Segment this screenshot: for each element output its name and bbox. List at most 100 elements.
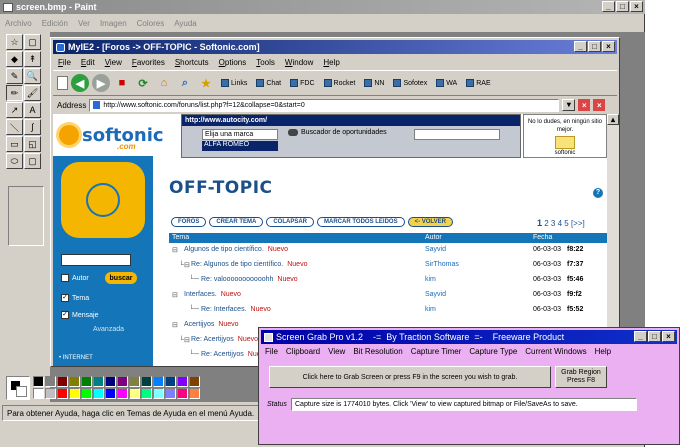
help-icon[interactable]: ?: [593, 188, 603, 198]
grab-screen-button[interactable]: Click here to Grab Screen or press F9 in…: [269, 366, 551, 388]
pencil-icon[interactable]: ✏: [6, 85, 23, 101]
line-icon[interactable]: ＼: [6, 119, 23, 135]
link-rae[interactable]: RAE: [463, 79, 493, 87]
current-colors[interactable]: [6, 376, 30, 400]
rectangle-icon[interactable]: ▭: [6, 136, 23, 152]
palette-swatch[interactable]: [129, 388, 140, 399]
brand-select[interactable]: Elija una marca: [202, 129, 278, 140]
palette-swatch[interactable]: [165, 376, 176, 387]
link-wa[interactable]: WA: [433, 79, 460, 87]
menu-capture-timer[interactable]: Capture Timer: [407, 347, 466, 356]
palette-swatch[interactable]: [45, 376, 56, 387]
link-rocket[interactable]: Rocket: [321, 79, 359, 87]
thread-title[interactable]: Re: Algunos de tipo científico. Nuevo: [191, 261, 307, 268]
palette-swatch[interactable]: [189, 388, 200, 399]
menu-archivo[interactable]: Archivo: [0, 19, 37, 28]
free-select-icon[interactable]: ☆: [6, 34, 23, 50]
menu-ayuda[interactable]: Ayuda: [169, 19, 202, 28]
table-row[interactable]: ⊟ Algunos de tipo científico. Nuevo Sayvid 0…: [169, 245, 607, 256]
table-row[interactable]: ⊟ Interfaces. Nuevo Sayvid 06-03-03 f9:f2: [169, 290, 607, 301]
thread-title[interactable]: Acertijyos Nuevo: [184, 321, 239, 328]
ellipse-icon[interactable]: ⬭: [6, 153, 23, 169]
paint-titlebar[interactable]: screen.bmp - Paint _ □ ×: [0, 0, 645, 14]
curve-icon[interactable]: ∫: [24, 119, 41, 135]
favorites-icon[interactable]: ★: [197, 74, 215, 92]
stop-icon[interactable]: ■: [113, 74, 131, 92]
close-button[interactable]: ×: [630, 1, 643, 12]
menu-edit[interactable]: Edit: [76, 58, 100, 67]
eraser-icon[interactable]: ◆: [6, 51, 23, 67]
menu-bit-resolution[interactable]: Bit Resolution: [349, 347, 406, 356]
close-button[interactable]: ×: [602, 41, 615, 52]
magnifier-icon[interactable]: 🔍: [24, 68, 41, 84]
buscar-button[interactable]: buscar: [105, 272, 137, 284]
palette-swatch[interactable]: [141, 388, 152, 399]
scroll-up-icon[interactable]: ▴: [607, 114, 619, 125]
forward-icon[interactable]: ▶: [92, 74, 110, 92]
maximize-button[interactable]: □: [588, 41, 601, 52]
close-tab-icon[interactable]: ×: [593, 99, 606, 111]
promo-banner[interactable]: No lo dudes, en ningún sitio mejor. soft…: [523, 114, 607, 158]
minimize-button[interactable]: _: [602, 1, 615, 12]
thread-title[interactable]: Interfaces. Nuevo: [184, 291, 241, 298]
menu-capture-type[interactable]: Capture Type: [465, 347, 521, 356]
polygon-icon[interactable]: ◱: [24, 136, 41, 152]
menu-file[interactable]: File: [53, 58, 76, 67]
fill-icon[interactable]: ↟: [24, 51, 41, 67]
mensaje-checkbox[interactable]: ✓: [61, 311, 69, 319]
menu-clipboard[interactable]: Clipboard: [282, 347, 324, 356]
autor-option[interactable]: Autor: [61, 274, 89, 282]
link-fdc[interactable]: FDC: [287, 79, 317, 87]
menu-favorites[interactable]: Favorites: [127, 58, 170, 67]
palette-swatch[interactable]: [69, 376, 80, 387]
menu-shortcuts[interactable]: Shortcuts: [170, 58, 214, 67]
minimize-button[interactable]: _: [634, 331, 647, 342]
link-links[interactable]: Links: [218, 79, 250, 87]
palette-swatch[interactable]: [117, 388, 128, 399]
palette-swatch[interactable]: [33, 388, 44, 399]
palette-swatch[interactable]: [105, 388, 116, 399]
rect-select-icon[interactable]: ▢: [24, 34, 41, 50]
mensaje-option[interactable]: ✓ Mensaje: [61, 311, 98, 319]
forum-search-input[interactable]: [61, 254, 131, 266]
tema-checkbox[interactable]: ✓: [61, 294, 69, 302]
menu-tools[interactable]: Tools: [251, 58, 280, 67]
palette-swatch[interactable]: [177, 388, 188, 399]
screengrab-titlebar[interactable]: Screen Grab Pro v1.2 -= By Traction Soft…: [261, 330, 677, 344]
table-row[interactable]: └⊟ Re: Algunos de tipo científico. Nuevo Si…: [169, 260, 607, 271]
airbrush-icon[interactable]: ↗: [6, 102, 23, 118]
myie2-titlebar[interactable]: MyIE2 - [Foros -> OFF-TOPIC - Softonic.c…: [53, 40, 617, 54]
palette-swatch[interactable]: [57, 388, 68, 399]
maximize-button[interactable]: □: [648, 331, 661, 342]
palette-swatch[interactable]: [45, 388, 56, 399]
home-icon[interactable]: ⌂: [155, 74, 173, 92]
foros-button[interactable]: FOROS: [171, 217, 207, 227]
thread-title[interactable]: Re: valooooooooooohh Nuevo: [201, 276, 298, 283]
palette-swatch[interactable]: [105, 376, 116, 387]
brand-option[interactable]: ALFA ROMEO: [202, 141, 278, 151]
menu-file[interactable]: File: [261, 347, 282, 356]
color-picker-icon[interactable]: ✎: [6, 68, 23, 84]
link-sofotex[interactable]: Sofotex: [390, 79, 430, 87]
refresh-icon[interactable]: ⟳: [134, 74, 152, 92]
colapsar-button[interactable]: COLAPSAR: [266, 217, 315, 227]
palette-swatch[interactable]: [81, 388, 92, 399]
menu-edicion[interactable]: Edición: [37, 19, 73, 28]
palette-swatch[interactable]: [129, 376, 140, 387]
palette-swatch[interactable]: [81, 376, 92, 387]
palette-swatch[interactable]: [33, 376, 44, 387]
menu-view[interactable]: View: [324, 347, 349, 356]
menu-ver[interactable]: Ver: [73, 19, 95, 28]
palette-swatch[interactable]: [165, 388, 176, 399]
menu-options[interactable]: Options: [214, 58, 252, 67]
go-icon[interactable]: ×: [578, 99, 591, 111]
thread-title[interactable]: Re: Interfaces. Nuevo: [201, 306, 271, 313]
thread-title[interactable]: Algunos de tipo científico. Nuevo: [184, 246, 288, 253]
menu-imagen[interactable]: Imagen: [95, 19, 132, 28]
marcar-leidos-button[interactable]: MARCAR TODOS LEIDOS: [317, 217, 405, 227]
back-icon[interactable]: ◀: [71, 74, 89, 92]
address-input[interactable]: http://www.softonic.com/foruns/list.php?…: [89, 98, 560, 112]
menu-help[interactable]: Help: [591, 347, 615, 356]
palette-swatch[interactable]: [93, 388, 104, 399]
rounded-rect-icon[interactable]: ▢: [24, 153, 41, 169]
